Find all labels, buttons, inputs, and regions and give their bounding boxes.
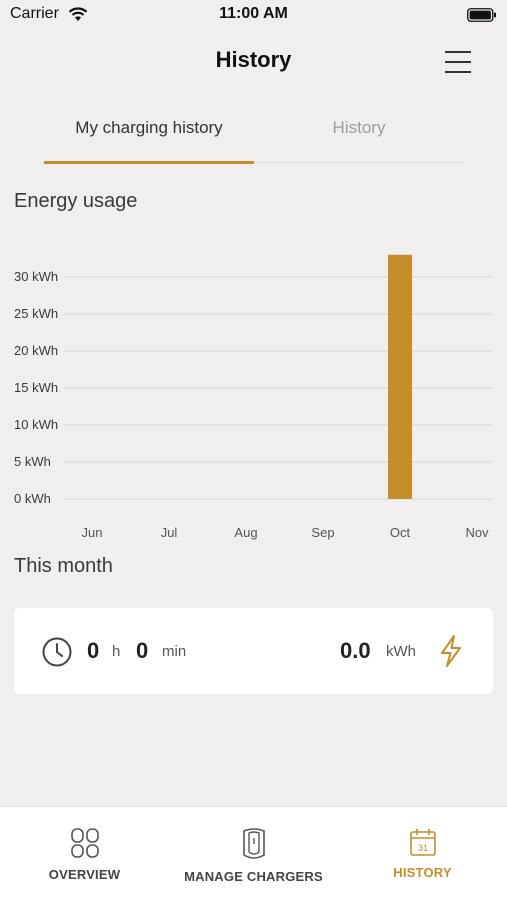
clock-icon [42, 637, 72, 667]
duration-minutes-value: 0 [136, 638, 149, 663]
calendar-icon: 31 [409, 829, 436, 856]
nav-history-label: HISTORY [393, 865, 452, 880]
x-tick-label: Jul [161, 525, 178, 540]
nav-manage-chargers[interactable]: MANAGE CHARGERS [169, 827, 338, 884]
this-month-title: This month [14, 555, 113, 577]
x-tick-label: Jun [82, 525, 103, 540]
nav-manage-chargers-label: MANAGE CHARGERS [184, 869, 323, 884]
overview-icon [70, 828, 99, 858]
status-bar: Carrier 11:00 AM [0, 0, 507, 32]
battery-icon [467, 8, 496, 22]
x-tick-label: Oct [390, 525, 411, 540]
nav-overview-label: OVERVIEW [48, 867, 121, 882]
this-month-summary-card: 0 h 0 min 0.0 kWh [14, 608, 493, 694]
menu-button[interactable] [442, 48, 476, 76]
energy-unit: kWh [386, 643, 416, 660]
status-time: 11:00 AM [219, 5, 288, 22]
tab-bar: My charging history History [44, 108, 464, 164]
active-tab-indicator [44, 161, 254, 164]
page-title: History [215, 47, 292, 72]
duration-minutes-unit: min [162, 643, 187, 660]
y-tick-label: 20 kWh [14, 343, 58, 358]
energy-usage-title: Energy usage [14, 190, 138, 212]
y-tick-label: 25 kWh [14, 306, 58, 321]
hamburger-icon [445, 71, 471, 73]
lightning-bolt-icon [441, 635, 461, 667]
tab-history[interactable]: History [254, 118, 464, 138]
bar-oct[interactable] [388, 254, 412, 499]
x-tick-label: Nov [465, 525, 489, 540]
hamburger-icon [445, 61, 471, 63]
hamburger-icon [445, 51, 471, 53]
y-tick-label: 15 kWh [14, 380, 58, 395]
x-tick-label: Aug [234, 525, 257, 540]
energy-value: 0.0 [340, 638, 371, 663]
energy-usage-chart: 0 kWh 5 kWh 10 kWh 15 kWh 20 kWh 25 kWh 30 kWh… [14, 254, 492, 540]
tab-my-charging-history[interactable]: My charging history [44, 118, 254, 138]
nav-overview[interactable]: OVERVIEW [0, 827, 169, 882]
bottom-navigation: OVERVIEW MANAGE CHARGERS 31 HISTORY [0, 806, 507, 901]
calendar-day: 31 [417, 843, 427, 853]
y-tick-label: 0 kWh [14, 491, 51, 506]
charger-icon [242, 828, 265, 859]
y-tick-label: 30 kWh [14, 269, 58, 284]
x-tick-label: Sep [311, 525, 334, 540]
y-tick-label: 10 kWh [14, 417, 58, 432]
nav-history[interactable]: 31 HISTORY [338, 827, 507, 880]
duration-hours-value: 0 [87, 638, 100, 663]
duration-hours-unit: h [112, 643, 121, 660]
y-tick-label: 5 kWh [14, 454, 51, 469]
